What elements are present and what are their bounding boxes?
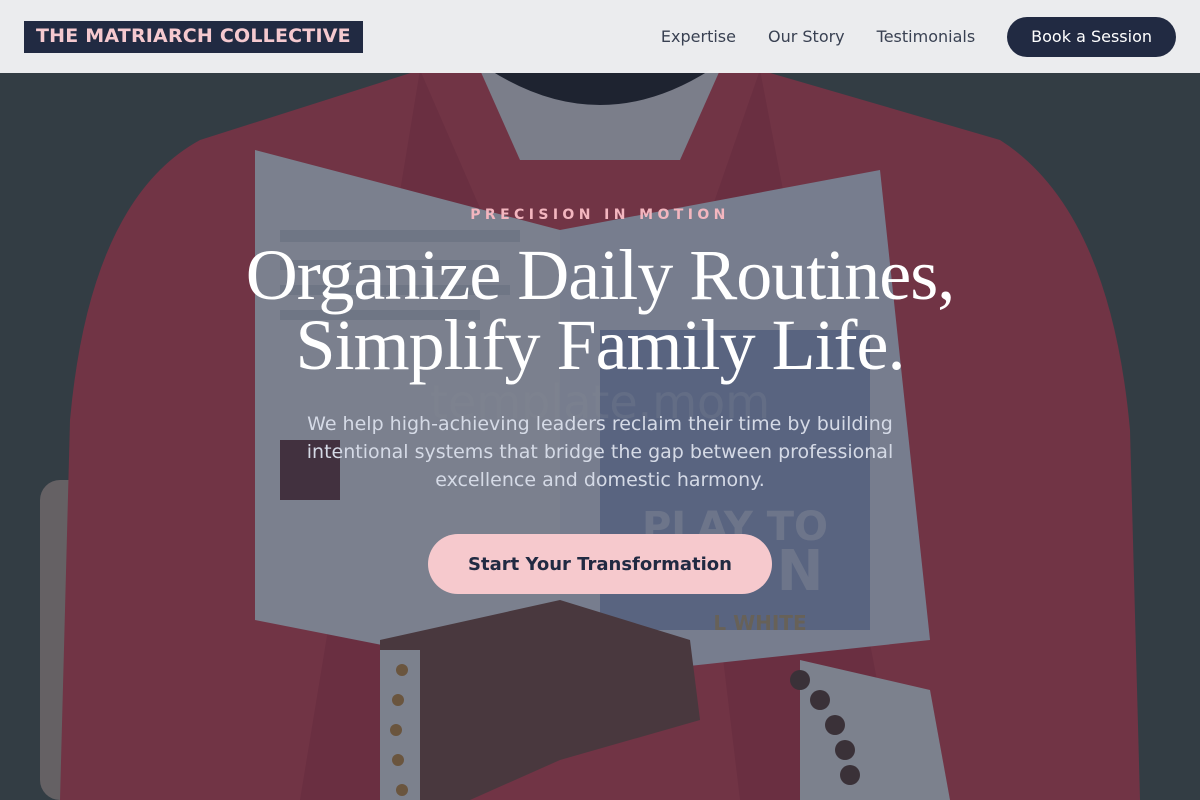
hero-content: PRECISION IN MOTION Organize Daily Routi… [0,0,1200,800]
start-transformation-button[interactable]: Start Your Transformation [428,534,772,594]
hero-headline-line1: Organize Daily Routines, [245,235,956,315]
book-session-button[interactable]: Book a Session [1007,16,1176,57]
nav-link-our-story[interactable]: Our Story [768,27,845,46]
hero-eyebrow: PRECISION IN MOTION [470,207,730,223]
nav-links: Expertise Our Story Testimonials Book a … [661,16,1176,57]
nav-link-expertise[interactable]: Expertise [661,27,736,46]
nav-link-testimonials[interactable]: Testimonials [877,27,976,46]
hero-headline-line2: Simplify Family Life. [295,305,906,385]
top-navigation: THE MATRIARCH COLLECTIVE Expertise Our S… [0,0,1200,73]
hero-headline: Organize Daily Routines, Simplify Family… [0,235,1200,385]
brand-logo[interactable]: THE MATRIARCH COLLECTIVE [24,20,363,53]
hero-subtext: We help high-achieving leaders reclaim t… [306,413,894,491]
